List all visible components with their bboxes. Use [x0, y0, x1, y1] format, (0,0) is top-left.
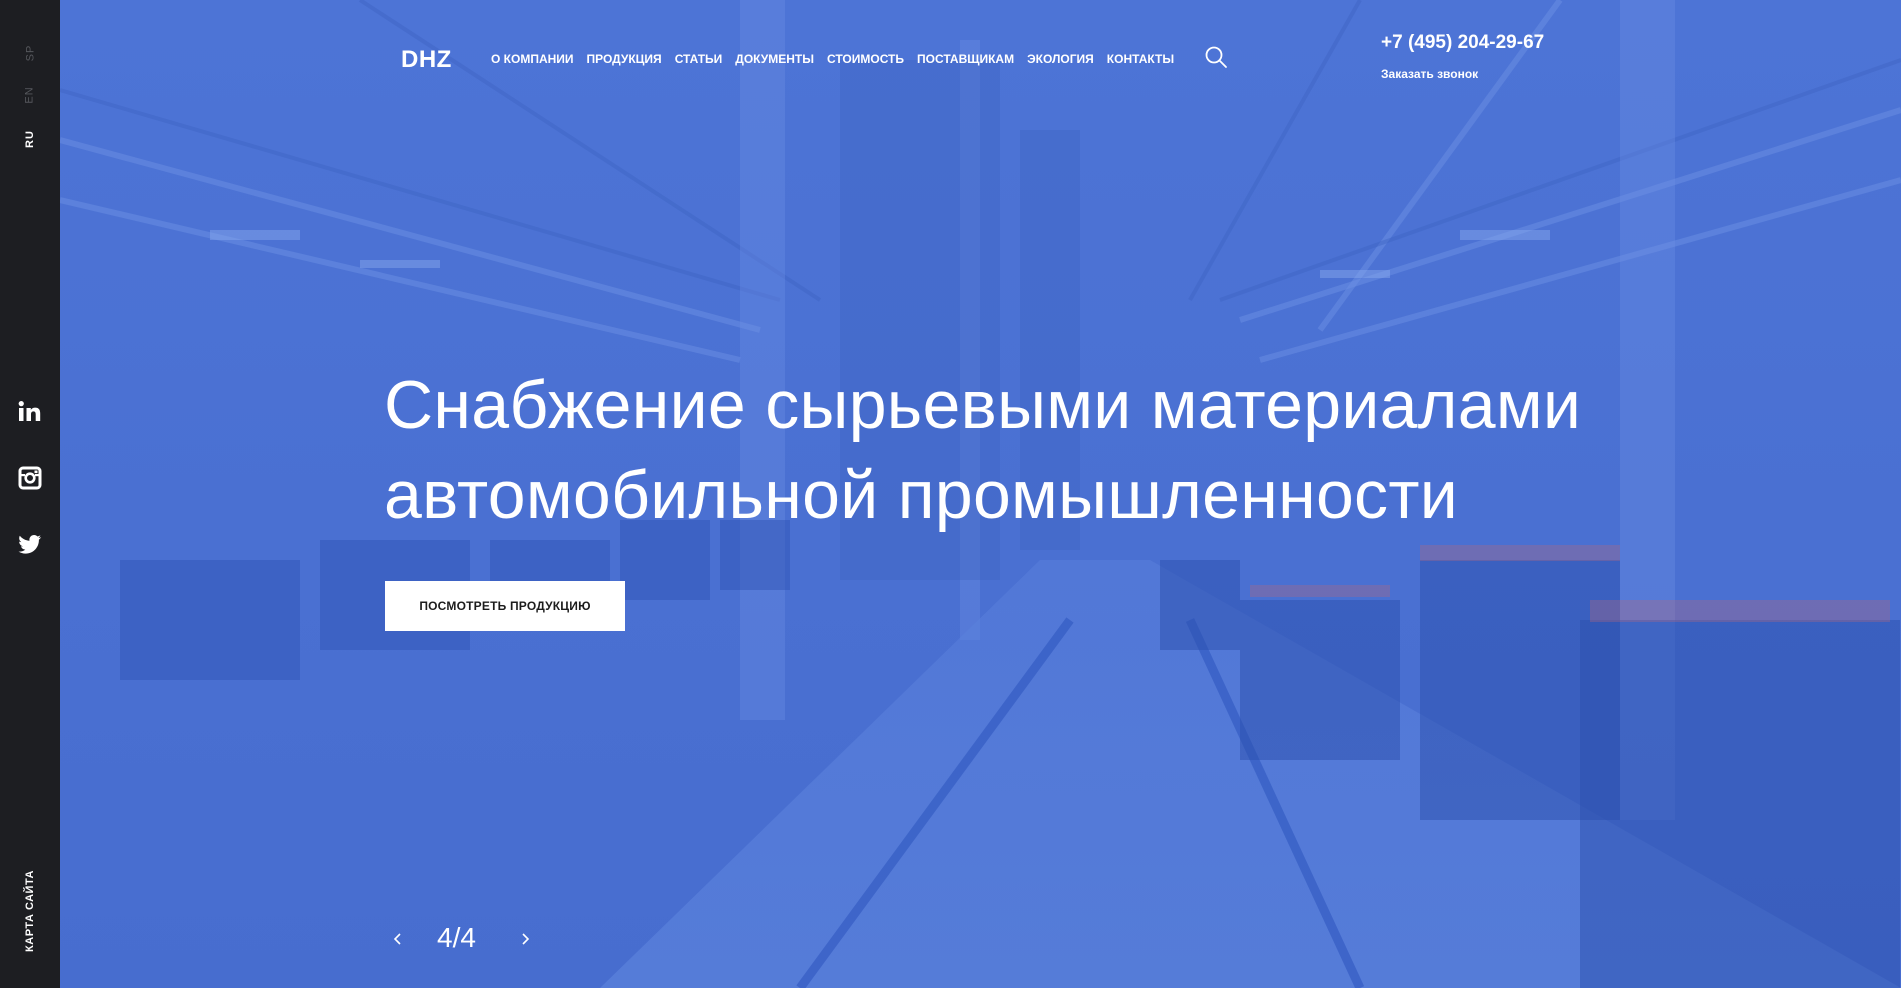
lang-switch-en[interactable]: EN	[0, 86, 60, 104]
left-rail: SP EN RU КАРТА САЙТА	[0, 0, 60, 988]
nav-item-articles[interactable]: СТАТЬИ	[675, 52, 723, 68]
lang-label-ru: RU	[23, 130, 36, 148]
lang-switch-sp[interactable]: SP	[0, 44, 60, 62]
twitter-icon[interactable]	[16, 530, 44, 558]
sitemap-link[interactable]: КАРТА САЙТА	[0, 866, 60, 956]
hero-headline-line2: автомобильной промышленности	[384, 457, 1459, 533]
phone-number[interactable]: +7 (495) 204-29-67	[1381, 32, 1544, 54]
lang-label-en: EN	[24, 86, 36, 104]
lang-switch-ru[interactable]: RU	[0, 130, 60, 148]
nav-item-contacts[interactable]: КОНТАКТЫ	[1107, 52, 1174, 68]
search-icon[interactable]	[1204, 45, 1228, 69]
instagram-icon[interactable]	[16, 464, 44, 492]
nav-item-products[interactable]: ПРОДУКЦИЯ	[587, 52, 662, 68]
main-nav: О КОМПАНИИ ПРОДУКЦИЯ СТАТЬИ ДОКУМЕНТЫ СТ…	[491, 52, 1187, 68]
slide-counter: 4/4	[437, 922, 476, 953]
callback-link[interactable]: Заказать звонок	[1381, 67, 1478, 81]
nav-item-documents[interactable]: ДОКУМЕНТЫ	[735, 52, 814, 68]
nav-item-pricing[interactable]: СТОИМОСТЬ	[827, 52, 904, 68]
view-products-button[interactable]: ПОСМОТРЕТЬ ПРОДУКЦИЮ	[385, 581, 625, 631]
chevron-left-icon	[393, 933, 401, 945]
hero-headline-line1: Снабжение сырьевыми материалами	[384, 367, 1582, 443]
linkedin-icon[interactable]	[16, 398, 44, 426]
nav-item-about[interactable]: О КОМПАНИИ	[491, 52, 574, 68]
hero-headline: Снабжение сырьевыми материалами автомоби…	[384, 360, 1684, 540]
slider-prev-button[interactable]	[388, 926, 408, 952]
lang-label-sp: SP	[24, 44, 36, 62]
slider-next-button[interactable]	[515, 926, 535, 952]
nav-item-suppliers[interactable]: ПОСТАВЩИКАМ	[917, 52, 1014, 68]
site-logo[interactable]: DHZ	[401, 46, 452, 74]
nav-item-ecology[interactable]: ЭКОЛОГИЯ	[1027, 52, 1094, 68]
chevron-right-icon	[522, 933, 530, 945]
page: SP EN RU КАРТА САЙТА DHZ О КОМПАНИИ ПРОД…	[0, 0, 1901, 988]
sitemap-label: КАРТА САЙТА	[24, 870, 36, 952]
